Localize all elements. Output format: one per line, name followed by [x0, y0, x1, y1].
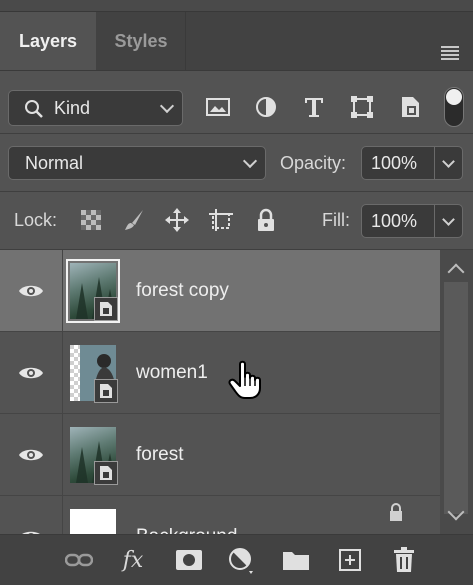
smart-object-badge-icon	[94, 297, 118, 321]
chevron-down-icon	[242, 153, 258, 169]
filter-row: Kind	[0, 71, 473, 134]
layer-thumbnail	[70, 427, 118, 485]
link-layers-icon[interactable]	[64, 545, 94, 575]
add-mask-icon[interactable]	[174, 545, 204, 575]
smart-object-filter-icon[interactable]	[396, 90, 424, 124]
shape-layer-filter-icon[interactable]	[348, 90, 376, 124]
panel-menu-icon[interactable]	[441, 46, 459, 60]
panel-tab-bar: Layers Styles	[0, 12, 473, 71]
opacity-input[interactable]: 100%	[361, 146, 435, 180]
search-icon	[25, 100, 43, 118]
panel-top-strip	[0, 0, 473, 12]
lock-image-pixels-icon[interactable]	[120, 206, 148, 234]
opacity-label: Opacity:	[280, 153, 347, 173]
lock-transparent-pixels-icon[interactable]	[77, 206, 105, 234]
scroll-up-icon[interactable]	[447, 263, 465, 281]
layer-name: Background	[136, 496, 237, 534]
layer-row-forest[interactable]: forest	[0, 414, 440, 496]
layer-name: forest	[136, 444, 184, 465]
adjustment-layer-icon[interactable]	[226, 545, 256, 575]
blend-mode-dropdown[interactable]: Normal	[8, 146, 266, 180]
smart-object-badge-icon	[94, 379, 118, 403]
filter-toggle-switch[interactable]	[444, 87, 464, 127]
layer-row-background[interactable]: Background	[0, 496, 440, 534]
blend-row: Normal Opacity: 100%	[0, 134, 473, 192]
lock-row: Lock: Fill: 100%	[0, 192, 473, 250]
filter-kind-dropdown[interactable]: Kind	[8, 90, 183, 126]
layer-name: forest copy	[136, 280, 229, 301]
visibility-eye-icon[interactable]	[0, 496, 63, 534]
layer-thumbnail	[70, 509, 116, 534]
layers-bottom-toolbar: fx	[0, 534, 473, 585]
smart-object-badge-icon	[94, 461, 118, 485]
delete-trash-icon[interactable]	[389, 545, 419, 575]
layer-row-women1[interactable]: women1	[0, 332, 440, 414]
type-layer-filter-icon[interactable]	[300, 90, 328, 124]
visibility-eye-icon[interactable]	[0, 250, 63, 331]
fill-input[interactable]: 100%	[361, 204, 435, 238]
filter-kind-label: Kind	[54, 98, 91, 118]
fill-label: Fill:	[322, 210, 350, 230]
opacity-dropdown-button[interactable]	[435, 146, 463, 180]
layer-thumbnail	[70, 345, 118, 403]
hand-pointer-cursor-icon	[228, 360, 261, 399]
tab-styles[interactable]: Styles	[97, 12, 186, 70]
fill-dropdown-button[interactable]	[435, 204, 463, 238]
chevron-down-icon	[159, 98, 175, 114]
fx-icon[interactable]: fx	[118, 545, 148, 575]
layer-row-forest-copy[interactable]: forest copy	[0, 250, 440, 332]
new-group-folder-icon[interactable]	[281, 545, 311, 575]
lock-icon	[390, 503, 402, 521]
layers-scrollbar[interactable]	[440, 250, 473, 534]
lock-label: Lock:	[14, 210, 58, 230]
layer-thumbnail	[66, 259, 120, 323]
layer-name: women1	[136, 362, 208, 383]
visibility-eye-icon[interactable]	[0, 332, 63, 413]
new-layer-icon[interactable]	[335, 545, 365, 575]
adjustment-layer-filter-icon[interactable]	[252, 90, 280, 124]
pixel-layer-filter-icon[interactable]	[204, 90, 232, 124]
visibility-eye-icon[interactable]	[0, 414, 63, 495]
lock-position-icon[interactable]	[163, 206, 191, 234]
blend-mode-label: Normal	[25, 153, 84, 173]
lock-all-icon[interactable]	[252, 206, 280, 234]
layers-list: forest copy women1 forest Backg	[0, 250, 440, 534]
tab-layers[interactable]: Layers	[0, 12, 96, 70]
scroll-thumb[interactable]	[444, 282, 468, 514]
lock-artboard-icon[interactable]	[207, 206, 235, 234]
